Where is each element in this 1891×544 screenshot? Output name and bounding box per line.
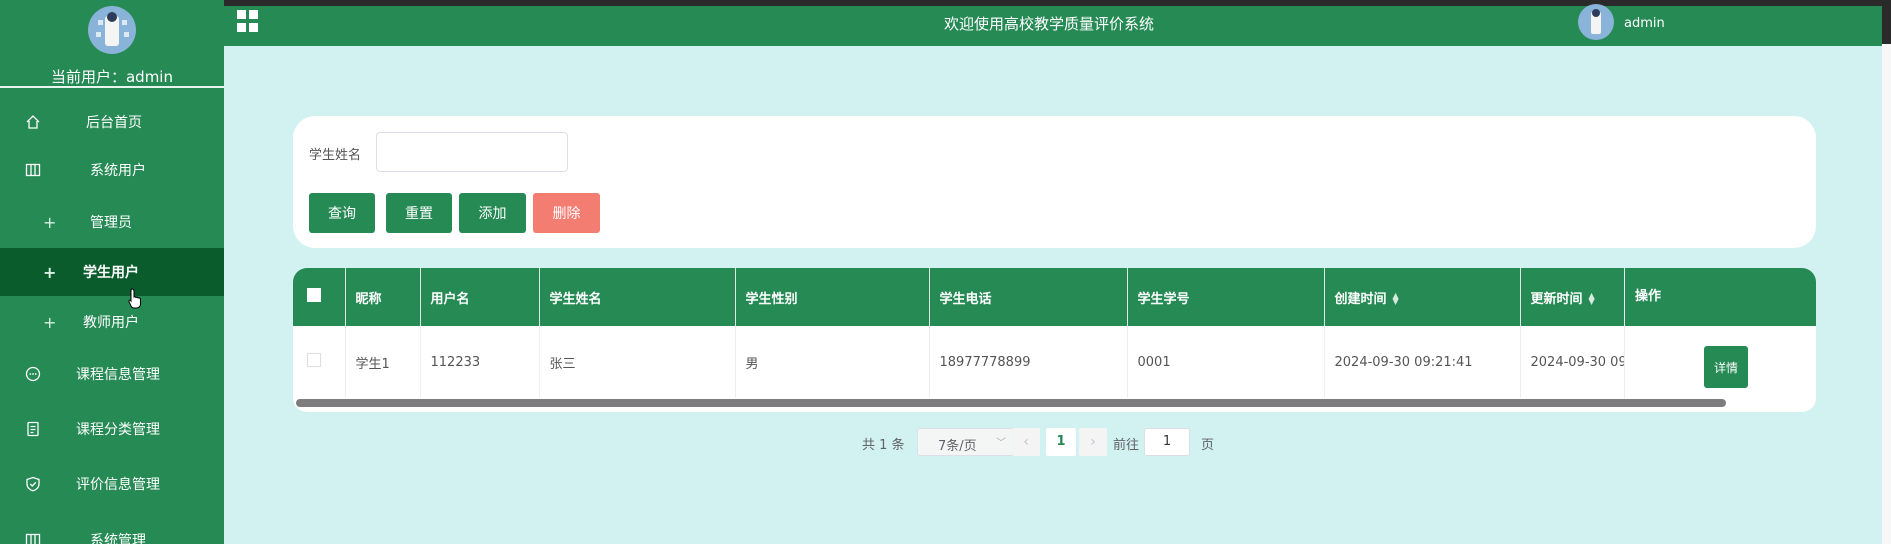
sidebar-item-label: 学生用户	[83, 265, 139, 281]
scrollbar-track[interactable]	[1882, 44, 1891, 544]
sidebar-item-system-users[interactable]: 系统用户	[0, 146, 224, 194]
grid-menu-icon[interactable]	[237, 10, 259, 32]
sidebar-item-label: 评价信息管理	[76, 477, 160, 493]
total-count: 共 1 条	[862, 438, 905, 453]
plus-icon: +	[43, 212, 57, 232]
sidebar-item-label: 后台首页	[86, 115, 142, 131]
prev-page-button[interactable]: ‹	[1012, 428, 1040, 456]
cell-created: 2024-09-30 09:21:41	[1324, 326, 1521, 398]
sidebar-header: 当前用户：admin	[0, 0, 224, 88]
plus-icon: +	[43, 312, 57, 332]
page-suffix: 页	[1201, 438, 1215, 453]
page-size-select[interactable]: 7条/页 ﹀	[917, 428, 1017, 456]
main-content: 学生姓名 查询 重置 添加 删除 昵称 用户名 学生姓名 学生性别 学生电话 学…	[224, 46, 1882, 544]
username-label[interactable]: admin	[1624, 16, 1665, 31]
page-number-current[interactable]: 1	[1046, 428, 1076, 456]
goto-label: 前往	[1113, 438, 1140, 453]
home-icon	[24, 113, 42, 131]
avatar[interactable]	[1578, 4, 1614, 40]
column-header-label: 创建时间	[1334, 291, 1387, 307]
column-header: 昵称	[345, 268, 421, 326]
sidebar-item-label: 系统用户	[90, 163, 146, 179]
sidebar-item-student-users[interactable]: + 学生用户	[0, 248, 224, 296]
message-icon	[24, 365, 42, 383]
sidebar-item-label: 课程分类管理	[76, 422, 160, 438]
avatar	[88, 6, 136, 54]
sidebar-item-label: 管理员	[90, 215, 132, 231]
sidebar-item-course-category[interactable]: 课程分类管理	[0, 405, 224, 453]
reset-button[interactable]: 重置	[386, 193, 452, 233]
row-checkbox[interactable]	[293, 326, 346, 398]
cell-nickname: 学生1	[345, 326, 421, 398]
next-page-button[interactable]: ›	[1079, 428, 1107, 456]
column-header: 学生学号	[1127, 268, 1325, 326]
sidebar-item-course-info[interactable]: 课程信息管理	[0, 350, 224, 398]
cell-phone: 18977778899	[929, 326, 1128, 398]
column-header-label: 更新时间	[1530, 291, 1583, 307]
horizontal-scrollbar[interactable]	[296, 399, 1726, 407]
goto-page-input[interactable]: 1	[1144, 428, 1190, 456]
page-title: 欢迎使用高校教学质量评价系统	[944, 15, 1155, 33]
search-panel: 学生姓名 查询 重置 添加 删除	[293, 116, 1816, 248]
sidebar-item-home[interactable]: 后台首页	[0, 98, 224, 146]
pointer-cursor-icon	[128, 288, 141, 309]
data-table: 昵称 用户名 学生姓名 学生性别 学生电话 学生学号 创建时间 ▲ ▼ 更新时间 ▲ ▼…	[293, 268, 1816, 412]
delete-button[interactable]: 删除	[533, 193, 600, 233]
sidebar-item-label: 教师用户	[83, 315, 139, 331]
columns-icon	[24, 531, 42, 544]
sidebar-item-system-management[interactable]: 系统管理	[0, 516, 224, 544]
search-label: 学生姓名	[309, 148, 362, 163]
sidebar-item-label: 课程信息管理	[76, 367, 160, 383]
document-icon	[24, 420, 42, 438]
shield-icon	[24, 475, 42, 493]
actions-column: 操作 详情	[1624, 268, 1816, 399]
column-header: 学生性别	[735, 268, 930, 326]
cell-gender: 男	[735, 326, 930, 398]
cell-student-no: 0001	[1127, 326, 1325, 398]
detail-button[interactable]: 详情	[1704, 346, 1748, 388]
cell-username: 112233	[420, 326, 540, 398]
add-button[interactable]: 添加	[459, 193, 526, 233]
sidebar-item-teacher-users[interactable]: + 教师用户	[0, 298, 224, 346]
column-header: 学生姓名	[539, 268, 736, 326]
sortable-column-header[interactable]: 创建时间 ▲ ▼	[1324, 268, 1521, 326]
query-button[interactable]: 查询	[309, 193, 375, 233]
sort-icon[interactable]: ▲ ▼	[1393, 292, 1401, 306]
column-header: 用户名	[420, 268, 540, 326]
current-user-label: 当前用户：admin	[50, 68, 173, 86]
sidebar-item-admin[interactable]: + 管理员	[0, 198, 224, 246]
sidebar-item-label: 系统管理	[90, 533, 146, 544]
student-name-input[interactable]	[376, 132, 568, 172]
table-row: 学生1 112233 张三 男 18977778899 0001 2024-09…	[293, 326, 1670, 398]
column-header: 操作	[1625, 268, 1816, 326]
plus-icon: +	[43, 262, 57, 282]
table-header-row: 昵称 用户名 学生姓名 学生性别 学生电话 学生学号 创建时间 ▲ ▼ 更新时间 ▲ ▼	[293, 268, 1670, 326]
cell-name: 张三	[539, 326, 736, 398]
select-all-checkbox[interactable]	[293, 268, 346, 326]
column-header: 学生电话	[929, 268, 1128, 326]
sidebar-item-evaluation-info[interactable]: 评价信息管理	[0, 460, 224, 508]
top-bar: 欢迎使用高校教学质量评价系统 admin	[224, 4, 1882, 46]
sidebar: 当前用户：admin 后台首页 系统用户 + 管理员 + 学生用户 + 教师用户…	[0, 0, 224, 544]
sort-icon[interactable]: ▲ ▼	[1589, 292, 1597, 306]
chevron-down-icon: ﹀	[996, 438, 1006, 449]
columns-icon	[24, 161, 42, 179]
page-size-value: 7条/页	[938, 439, 977, 454]
